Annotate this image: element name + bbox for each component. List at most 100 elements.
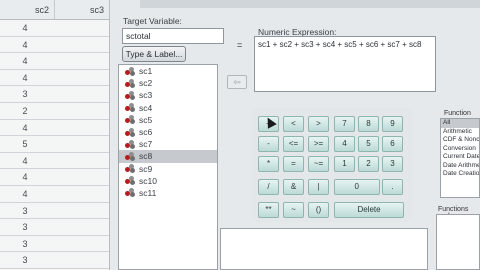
table-row[interactable]: 4 xyxy=(0,70,109,87)
table-cell[interactable] xyxy=(78,103,110,119)
table-row[interactable]: 3 xyxy=(0,236,109,253)
table-cell[interactable] xyxy=(78,37,110,53)
table-cell[interactable] xyxy=(78,236,110,252)
table-cell[interactable] xyxy=(78,153,110,169)
table-cell[interactable] xyxy=(78,203,110,219)
keypad-button[interactable]: . xyxy=(382,179,403,195)
keypad-button[interactable]: 9 xyxy=(382,116,403,132)
function-group-list[interactable]: All Arithmetic CDF & Nonc Conversion Current… xyxy=(440,118,480,198)
table-cell[interactable]: 4 xyxy=(0,153,78,169)
table-row[interactable]: 4 xyxy=(0,186,109,203)
keypad-button[interactable]: 4 xyxy=(334,136,355,152)
table-cell[interactable]: 3 xyxy=(0,203,78,219)
table-cell[interactable] xyxy=(78,20,110,36)
move-arrow-button[interactable]: ⇦ xyxy=(227,75,247,89)
table-cell[interactable] xyxy=(78,120,110,136)
keypad-button[interactable]: 6 xyxy=(382,136,403,152)
table-cell[interactable]: 3 xyxy=(0,219,78,235)
keypad-button[interactable]: & xyxy=(283,179,304,195)
type-label-button[interactable]: Type & Label... xyxy=(122,46,186,62)
keypad-button[interactable]: > xyxy=(308,116,329,132)
list-item[interactable]: sc3 xyxy=(119,89,217,101)
grid-header: sc2 sc3 xyxy=(0,0,109,20)
function-group-item[interactable]: Conversion xyxy=(441,145,479,154)
keypad-button[interactable]: <= xyxy=(283,136,304,152)
variable-list[interactable]: sc1 sc2 sc3 sc4 sc5 sc6 sc7 sc8 sc9 sc10 sc11 xyxy=(118,64,218,270)
column-header-sc2[interactable]: sc2 xyxy=(0,0,55,19)
keypad-button[interactable]: () xyxy=(308,202,329,218)
keypad-button[interactable]: ** xyxy=(258,202,279,218)
table-row[interactable]: 4 xyxy=(0,53,109,70)
table-cell[interactable]: 4 xyxy=(0,20,78,36)
list-item[interactable]: sc5 xyxy=(119,114,217,126)
keypad-button[interactable]: = xyxy=(283,156,304,172)
keypad-button[interactable]: < xyxy=(283,116,304,132)
function-group-item[interactable]: Date Creation xyxy=(441,170,479,179)
functions-list[interactable] xyxy=(436,214,480,270)
list-item[interactable]: sc1 xyxy=(119,65,217,77)
table-cell[interactable]: 3 xyxy=(0,252,78,268)
keypad-button[interactable]: 5 xyxy=(358,136,379,152)
table-row[interactable]: 3 xyxy=(0,252,109,269)
list-item[interactable]: sc4 xyxy=(119,102,217,114)
table-cell[interactable]: 5 xyxy=(0,136,78,152)
table-cell[interactable] xyxy=(78,219,110,235)
table-row[interactable]: 3 xyxy=(0,86,109,103)
table-cell[interactable]: 4 xyxy=(0,53,78,69)
keypad-button[interactable]: - xyxy=(258,136,279,152)
target-variable-input[interactable]: sctotal xyxy=(122,28,224,44)
table-row[interactable]: 4 xyxy=(0,37,109,54)
keypad-button[interactable]: 3 xyxy=(382,156,403,172)
table-cell[interactable] xyxy=(78,252,110,268)
keypad-button[interactable]: / xyxy=(258,179,279,195)
function-group-item[interactable]: CDF & Nonc xyxy=(441,136,479,145)
list-item[interactable]: sc8 xyxy=(119,150,217,163)
table-cell[interactable] xyxy=(78,53,110,69)
table-cell[interactable] xyxy=(78,136,110,152)
table-cell[interactable]: 4 xyxy=(0,120,78,136)
list-item[interactable]: sc6 xyxy=(119,126,217,138)
table-row[interactable]: 4 xyxy=(0,169,109,186)
numeric-expression-field[interactable]: sc1 + sc2 + sc3 + sc4 + sc5 + sc6 + sc7 … xyxy=(254,36,436,92)
keypad-button[interactable]: >= xyxy=(308,136,329,152)
equals-sign: = xyxy=(237,40,243,50)
keypad-button[interactable]: ~ xyxy=(283,202,304,218)
table-cell[interactable]: 4 xyxy=(0,186,78,202)
keypad-button[interactable]: 7 xyxy=(334,116,355,132)
table-row[interactable]: 3 xyxy=(0,203,109,220)
table-row[interactable]: 2 xyxy=(0,103,109,120)
table-cell[interactable]: 4 xyxy=(0,169,78,185)
function-group-item[interactable]: Current Date xyxy=(441,153,479,162)
keypad-button[interactable]: 2 xyxy=(358,156,379,172)
table-row[interactable]: 4 xyxy=(0,20,109,37)
list-item[interactable]: sc2 xyxy=(119,77,217,89)
table-cell[interactable]: 4 xyxy=(0,70,78,86)
table-cell[interactable] xyxy=(78,70,110,86)
table-row[interactable]: 4 xyxy=(0,153,109,170)
table-cell[interactable] xyxy=(78,169,110,185)
keypad-button[interactable]: Delete xyxy=(334,202,404,218)
column-header-sc3[interactable]: sc3 xyxy=(55,0,109,19)
table-row[interactable]: 3 xyxy=(0,219,109,236)
keypad-button[interactable]: | xyxy=(308,179,329,195)
keypad-button[interactable]: ~= xyxy=(308,156,329,172)
table-cell[interactable]: 4 xyxy=(0,37,78,53)
table-row[interactable]: 5 xyxy=(0,136,109,153)
function-group-item[interactable]: All xyxy=(441,119,479,128)
table-cell[interactable] xyxy=(78,186,110,202)
keypad-button[interactable]: 0 xyxy=(334,179,380,195)
list-item[interactable]: sc10 xyxy=(119,175,217,187)
keypad-button[interactable]: 1 xyxy=(334,156,355,172)
table-cell[interactable] xyxy=(78,86,110,102)
table-cell[interactable]: 3 xyxy=(0,236,78,252)
table-row[interactable]: 4 xyxy=(0,120,109,137)
list-item[interactable]: sc11 xyxy=(119,187,217,199)
function-group-item[interactable]: Arithmetic xyxy=(441,128,479,137)
list-item[interactable]: sc9 xyxy=(119,163,217,175)
list-item[interactable]: sc7 xyxy=(119,138,217,150)
table-cell[interactable]: 3 xyxy=(0,86,78,102)
table-cell[interactable]: 2 xyxy=(0,103,78,119)
keypad-button[interactable]: 8 xyxy=(358,116,379,132)
keypad-button[interactable]: * xyxy=(258,156,279,172)
function-group-item[interactable]: Date Arithme xyxy=(441,162,479,171)
